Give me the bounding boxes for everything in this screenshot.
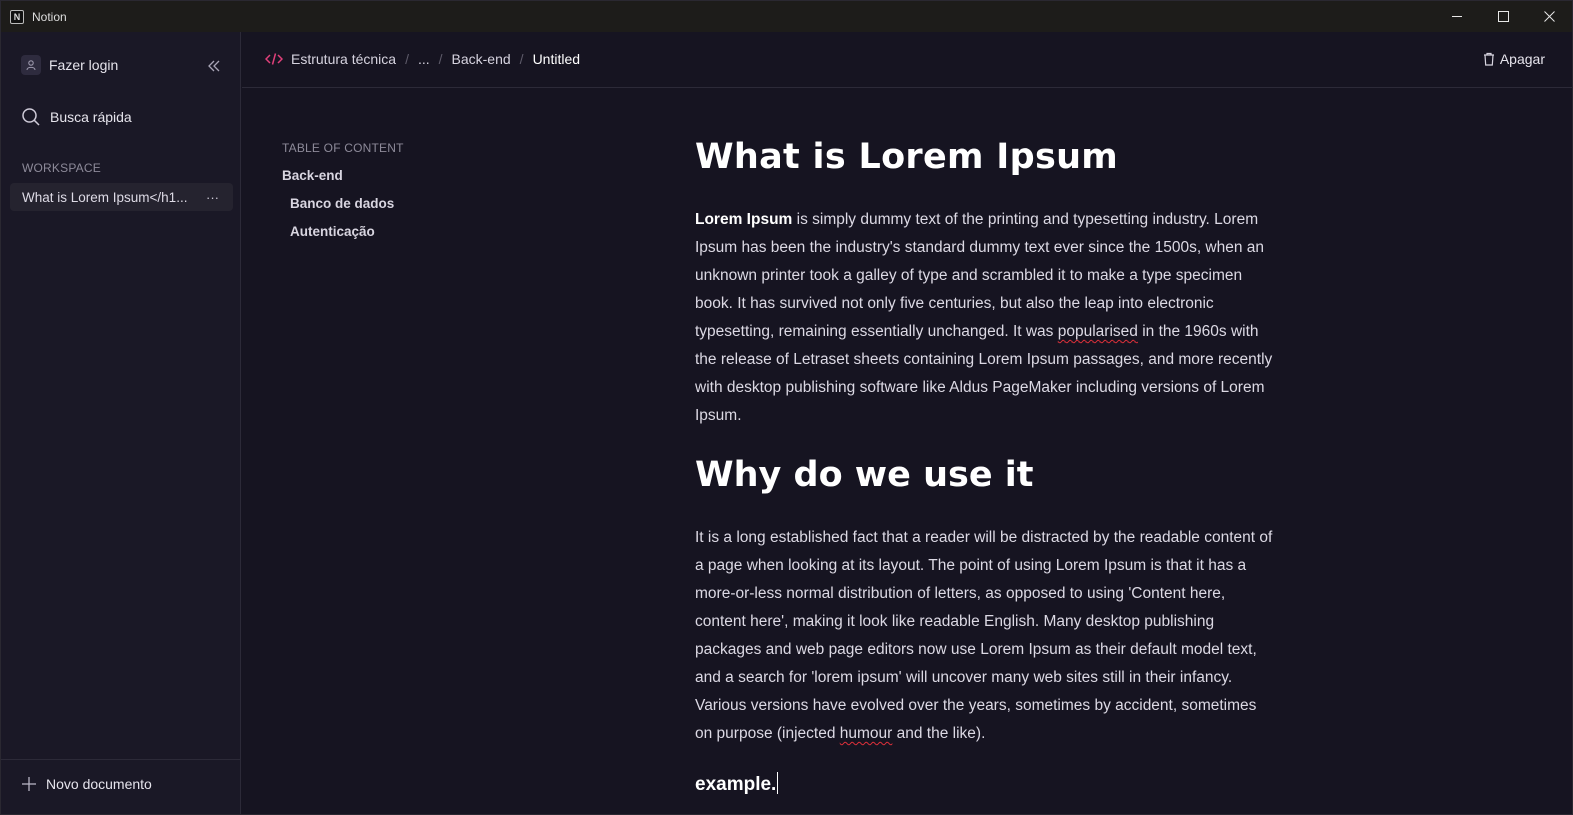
close-button[interactable] <box>1526 1 1572 32</box>
user-icon <box>21 55 41 75</box>
document-editor[interactable]: What is Lorem Ipsum Lorem Ipsum is simpl… <box>695 136 1295 796</box>
app-window: N Notion Fazer login Busca rápida WORKSP… <box>0 0 1573 815</box>
paragraph[interactable]: It is a long established fact that a rea… <box>695 524 1273 748</box>
delete-button[interactable]: Apagar <box>1483 51 1545 67</box>
breadcrumb-item[interactable]: Back-end <box>452 51 511 67</box>
breadcrumb-item[interactable]: ... <box>418 51 430 67</box>
new-document-label: Novo documento <box>46 776 152 792</box>
breadcrumb-separator: / <box>405 51 409 67</box>
paragraph[interactable]: Lorem Ipsum is simply dummy text of the … <box>695 206 1273 430</box>
trash-icon <box>1483 52 1494 66</box>
search-label: Busca rápida <box>50 109 132 125</box>
misspelled-word[interactable]: popularised <box>1058 323 1138 340</box>
login-label: Fazer login <box>49 57 119 73</box>
heading-3[interactable]: example. <box>695 772 1295 796</box>
breadcrumb-separator: / <box>519 51 524 67</box>
toc-item[interactable]: Back-end <box>282 168 404 183</box>
sidebar-divider <box>1 759 240 760</box>
bold-text: Lorem Ipsum <box>695 211 793 228</box>
toc-title: TABLE OF CONTENT <box>282 141 404 155</box>
maximize-button[interactable] <box>1480 1 1526 32</box>
breadcrumb-separator: / <box>438 51 443 67</box>
workspace-item[interactable]: What is Lorem Ipsum</h1... ··· <box>10 183 233 211</box>
workspace-heading: WORKSPACE <box>22 161 101 175</box>
misspelled-word[interactable]: humour <box>840 725 893 742</box>
minimize-button[interactable] <box>1434 1 1480 32</box>
paragraph-text: It is a long established fact that a rea… <box>695 529 1273 742</box>
paragraph-text: is simply dummy text of the printing and… <box>695 211 1265 340</box>
app-title: Notion <box>32 9 67 24</box>
page-header: Estrutura técnica / ... / Back-end / Unt… <box>242 32 1572 88</box>
breadcrumb-item[interactable]: Estrutura técnica <box>291 51 396 67</box>
heading-1[interactable]: What is Lorem Ipsum <box>695 136 1295 178</box>
text-caret <box>777 772 779 794</box>
table-of-contents: TABLE OF CONTENT Back-end Banco de dados… <box>282 141 404 239</box>
toc-item[interactable]: Banco de dados <box>290 196 404 211</box>
window-controls <box>1434 1 1572 32</box>
code-icon <box>265 53 283 65</box>
new-document-button[interactable]: Novo documento <box>22 776 152 792</box>
breadcrumb-current: Untitled <box>532 51 581 67</box>
search-icon <box>22 108 40 126</box>
collapse-sidebar-icon[interactable] <box>205 57 223 75</box>
workspace-item-label: What is Lorem Ipsum</h1... <box>22 189 188 205</box>
plus-icon <box>22 777 36 791</box>
paragraph-text: and the like). <box>892 725 986 742</box>
quick-search-button[interactable]: Busca rápida <box>21 107 132 127</box>
heading-3-text: example. <box>695 774 777 795</box>
sidebar: Fazer login Busca rápida WORKSPACE What … <box>1 32 241 814</box>
title-bar: N Notion <box>1 1 1572 32</box>
notion-logo-icon: N <box>10 9 24 24</box>
toc-item[interactable]: Autenticação <box>290 224 404 239</box>
delete-label: Apagar <box>1499 51 1545 67</box>
heading-2[interactable]: Why do we use it <box>695 454 1295 496</box>
more-options-icon[interactable]: ··· <box>206 190 219 205</box>
breadcrumb: Estrutura técnica / ... / Back-end / Unt… <box>265 51 580 67</box>
login-button[interactable]: Fazer login <box>21 55 118 75</box>
